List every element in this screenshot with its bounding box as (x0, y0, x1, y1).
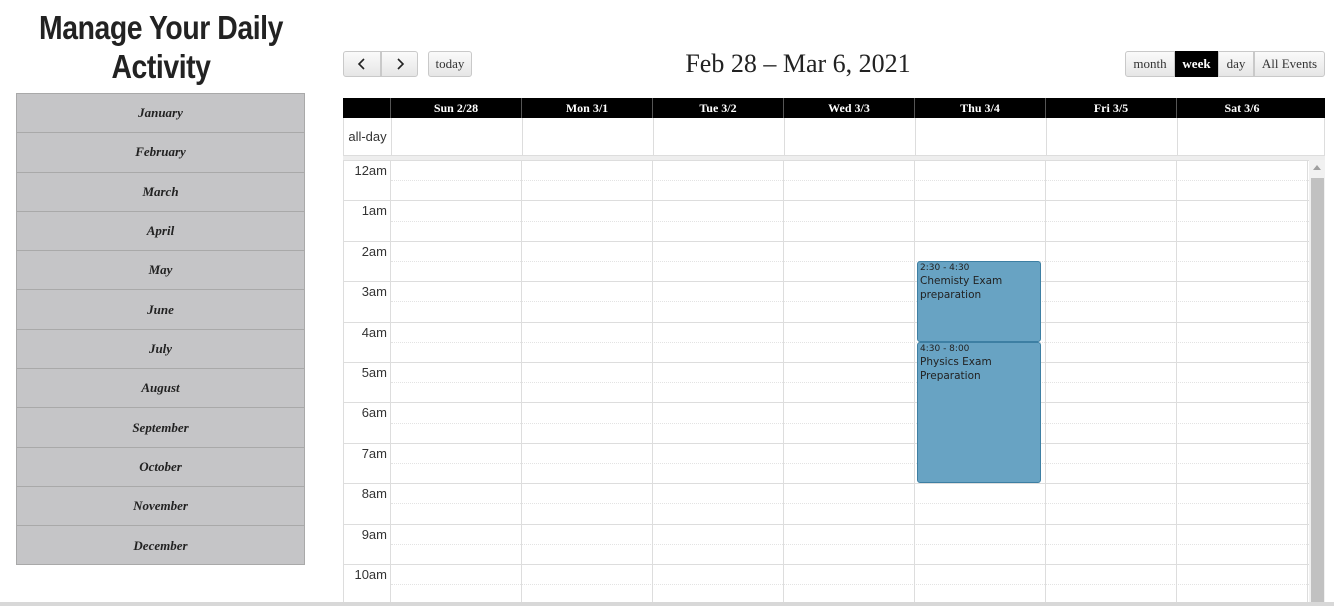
next-button[interactable] (381, 51, 418, 77)
view-week-button[interactable]: week (1175, 51, 1218, 77)
day-header: Thu 3/4 (914, 98, 1045, 118)
hour-line (344, 160, 1309, 161)
month-item-august[interactable]: August (17, 369, 304, 409)
month-item-april[interactable]: April (17, 212, 304, 252)
day-header: Wed 3/3 (783, 98, 914, 118)
half-hour-line (391, 382, 1309, 384)
hour-line (344, 321, 1309, 323)
time-label: 4am (361, 324, 387, 340)
calendar-event[interactable]: 2:30 - 4:30 Chemisty Exam preparation (917, 261, 1041, 342)
calendar-event[interactable]: 4:30 - 8:00 Physics Exam Preparation (917, 341, 1041, 484)
time-label: 2am (361, 243, 387, 259)
event-title: Chemisty Exam preparation (920, 275, 1003, 301)
time-label: 1am (361, 203, 387, 219)
view-day-button[interactable]: day (1218, 51, 1254, 77)
hour-line (344, 240, 1309, 242)
hour-line (344, 523, 1309, 525)
time-label: 12am (354, 163, 387, 178)
day-header: Mon 3/1 (521, 98, 652, 118)
hour-line (344, 564, 1309, 565)
month-item-october[interactable]: October (17, 448, 304, 487)
column-line (1045, 160, 1046, 606)
half-hour-line (391, 341, 1309, 343)
scroll-up-icon[interactable] (1313, 165, 1321, 170)
all-day-cell[interactable] (1177, 118, 1308, 155)
column-line (521, 160, 522, 606)
month-item-may[interactable]: May (17, 251, 304, 291)
half-hour-line (391, 422, 1309, 424)
day-header: Sat 3/6 (1176, 98, 1307, 118)
column-line (390, 160, 391, 606)
month-item-june[interactable]: June (17, 290, 304, 330)
month-item-july[interactable]: July (17, 330, 304, 370)
event-time: 2:30 - 4:30 (920, 263, 970, 273)
month-item-march[interactable]: March (17, 173, 304, 212)
time-label: 8am (361, 486, 387, 502)
scrollbar[interactable] (1309, 160, 1325, 606)
all-day-row: all-day (343, 118, 1325, 156)
time-grid: 12am 1am 2am 3am 4am 5am 6am 7am 8am 9am 10am 2:30 … (343, 160, 1325, 606)
time-label: 7am (361, 445, 387, 461)
chevron-left-icon (357, 58, 365, 70)
time-label: 5am (361, 365, 387, 380)
column-line (914, 160, 915, 606)
half-hour-line (391, 180, 1309, 182)
column-line (652, 160, 653, 606)
day-header-row: Sun 2/28 Mon 3/1 Tue 3/2 Wed 3/3 Thu 3/4 Fri … (343, 98, 1325, 118)
all-day-cell[interactable] (915, 118, 1046, 155)
half-hour-line (391, 301, 1309, 303)
view-month-button[interactable]: month (1125, 51, 1175, 77)
half-hour-line (391, 543, 1309, 545)
today-button[interactable]: today (428, 51, 472, 77)
month-item-february[interactable]: February (17, 133, 304, 173)
date-range-title: Feb 28 – Mar 6, 2021 (685, 49, 911, 78)
column-line (1307, 160, 1308, 606)
event-title: Physics Exam Preparation (920, 355, 992, 382)
month-item-september[interactable]: September (17, 408, 304, 448)
all-day-label: all-day (348, 129, 387, 144)
month-list: January February March April May June July Augu… (16, 93, 305, 565)
all-day-cell[interactable] (653, 118, 784, 155)
half-hour-line (391, 584, 1309, 586)
month-item-january[interactable]: January (17, 94, 304, 134)
all-day-cell[interactable] (1046, 118, 1177, 155)
chevron-right-icon (396, 58, 404, 70)
half-hour-line (391, 463, 1309, 464)
column-line (1176, 160, 1177, 606)
app-title: Manage Your Daily Activity (39, 9, 283, 85)
scroll-thumb[interactable] (1311, 178, 1324, 606)
event-time: 4:30 - 8:00 (920, 343, 970, 354)
view-all-events-button[interactable]: All Events (1254, 51, 1325, 77)
all-day-cell[interactable] (391, 118, 522, 155)
all-day-cell[interactable] (522, 118, 653, 155)
time-label: 3am (361, 284, 387, 300)
hour-line (344, 281, 1309, 283)
time-label: 6am (361, 405, 387, 421)
week-calendar: Sun 2/28 Mon 3/1 Tue 3/2 Wed 3/3 Thu 3/4 Fri … (343, 98, 1325, 606)
horizontal-scrollbar[interactable] (0, 602, 1334, 606)
day-header: Fri 3/5 (1045, 98, 1176, 118)
month-item-december[interactable]: December (17, 526, 304, 565)
column-line (783, 160, 784, 606)
hour-line (344, 483, 1309, 485)
day-header: Tue 3/2 (652, 98, 783, 118)
all-day-cell[interactable] (784, 118, 915, 155)
day-header: Sun 2/28 (390, 98, 521, 118)
half-hour-line (391, 503, 1309, 505)
prev-button[interactable] (343, 51, 381, 77)
hour-line (344, 200, 1309, 202)
month-item-november[interactable]: November (17, 487, 304, 527)
hour-line (344, 362, 1309, 363)
hour-line (344, 402, 1309, 404)
time-label: 9am (361, 526, 387, 542)
hour-line (344, 442, 1309, 444)
time-label: 10am (354, 567, 387, 582)
half-hour-line (391, 261, 1309, 262)
half-hour-line (391, 220, 1309, 222)
